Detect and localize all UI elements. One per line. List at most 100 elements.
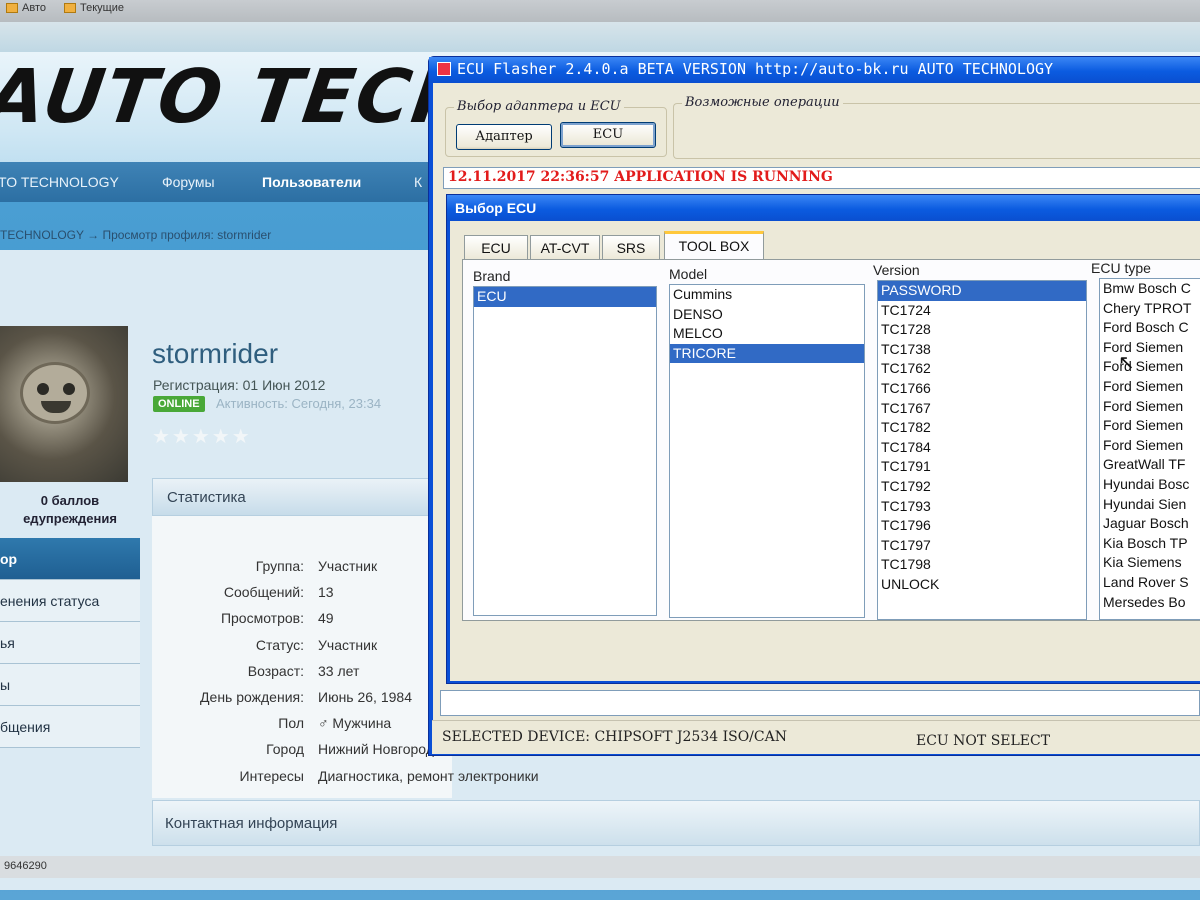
list-item[interactable]: Kia Siemens <box>1100 553 1200 573</box>
list-item[interactable]: Land Rover S <box>1100 573 1200 593</box>
list-item[interactable]: PASSWORD <box>878 281 1086 301</box>
operations-group-label: Возможные операции <box>682 95 843 110</box>
nav-users[interactable]: Пользователи <box>262 174 361 190</box>
list-item[interactable]: TC1793 <box>878 497 1086 517</box>
stats-row: Возраст: 33 лет <box>152 663 452 683</box>
stats-row: Статус: Участник <box>152 637 452 657</box>
list-item[interactable]: TC1791 <box>878 457 1086 477</box>
tab-tool-box[interactable]: TOOL BOX <box>664 231 764 260</box>
log-line: 12.11.2017 22:36:57 APPLICATION IS RUNNI… <box>448 169 833 185</box>
bookmark-auto[interactable]: Авто <box>6 2 46 14</box>
stats-row: Интересы Диагностика, ремонт электроники <box>152 768 539 788</box>
stats-key: Статус: <box>255 636 304 653</box>
stats-row: Просмотров: 49 <box>152 610 452 630</box>
stats-key: Интересы <box>239 767 304 784</box>
activity-text: Активность: Сегодня, 23:34 <box>216 396 382 411</box>
list-item[interactable]: Ford Bosch C <box>1100 318 1200 338</box>
adapter-button[interactable]: Адаптер <box>456 124 552 150</box>
site-logo[interactable]: AUTO TECH <box>0 54 482 140</box>
bookmark-current[interactable]: Текущие <box>64 2 124 14</box>
list-item[interactable]: Bmw Bosch C <box>1100 279 1200 299</box>
stats-key: Сообщений: <box>223 584 304 601</box>
app-titlebar[interactable]: ECU Flasher 2.4.0.a BETA VERSION http://… <box>429 57 1200 83</box>
list-item[interactable]: Mersedes Bo <box>1100 593 1200 613</box>
ecu-type-listbox[interactable]: Bmw Bosch C Chery TPROT Ford Bosch C Ford S… <box>1099 278 1200 620</box>
stats-value: Нижний Новгород <box>318 741 434 758</box>
selected-device-status: SELECTED DEVICE: CHIPSOFT J2534 ISO/CAN <box>442 729 787 745</box>
tab-at-cvt[interactable]: AT-CVT <box>530 235 600 259</box>
list-item[interactable]: Ford Siemen <box>1100 397 1200 417</box>
stats-value: 13 <box>318 584 334 601</box>
stats-row: День рождения: Июнь 26, 1984 <box>152 689 452 709</box>
list-item[interactable]: Ford Siemen <box>1100 338 1200 358</box>
profile-menu-item[interactable]: ы <box>0 664 140 706</box>
app-icon <box>437 62 451 76</box>
list-item[interactable]: TC1784 <box>878 438 1086 458</box>
registration-date: Регистрация: 01 Июн 2012 <box>153 377 326 393</box>
ecu-type-label: ECU type <box>1091 260 1151 276</box>
list-item[interactable]: Kia Bosch TP <box>1100 534 1200 554</box>
stats-key: Возраст: <box>247 662 304 679</box>
list-item[interactable]: TC1798 <box>878 555 1086 575</box>
list-item[interactable]: TC1766 <box>878 379 1086 399</box>
model-listbox[interactable]: Cummins DENSO MELCO TRICORE <box>669 284 865 618</box>
online-badge: ONLINE <box>153 396 205 412</box>
list-item[interactable]: TC1767 <box>878 399 1086 419</box>
tab-srs[interactable]: SRS <box>602 235 660 259</box>
rating-stars: ★★★★★ <box>152 426 252 448</box>
list-item[interactable]: TC1782 <box>878 418 1086 438</box>
stats-value: 33 лет <box>318 662 360 679</box>
list-item[interactable]: TC1796 <box>878 516 1086 536</box>
list-item[interactable]: Ford Siemen <box>1100 357 1200 377</box>
list-item[interactable]: ECU <box>474 287 656 307</box>
version-listbox[interactable]: PASSWORD TC1724 TC1728 TC1738 TC1762 TC1766 TC… <box>877 280 1087 620</box>
profile-menu-item[interactable]: ор <box>0 538 140 580</box>
stats-row: Город Нижний Новгород <box>152 741 452 761</box>
version-label: Version <box>873 262 920 278</box>
brand-listbox[interactable]: ECU <box>473 286 657 616</box>
list-item[interactable]: Hyundai Bosc <box>1100 475 1200 495</box>
list-item[interactable]: TC1792 <box>878 477 1086 497</box>
stats-key: Город <box>266 741 304 758</box>
adapter-ecu-group: Выбор адаптера и ECU Адаптер ECU <box>445 99 667 157</box>
list-item[interactable]: Chery TPROT <box>1100 299 1200 319</box>
list-item[interactable]: Ford Siemen <box>1100 436 1200 456</box>
dialog-title[interactable]: Выбор ECU <box>447 195 1200 221</box>
adapter-ecu-group-label: Выбор адаптера и ECU <box>454 99 624 114</box>
tab-ecu[interactable]: ECU <box>464 235 528 259</box>
list-item[interactable]: Ford Siemen <box>1100 416 1200 436</box>
tab-page-tool-box: Brand Model Version ECU type ECU Cummins… <box>462 259 1200 621</box>
stats-row: Пол ♂ Мужчина <box>152 715 452 735</box>
list-item[interactable]: TC1762 <box>878 359 1086 379</box>
list-item[interactable]: Jaguar Bosch <box>1100 514 1200 534</box>
list-item[interactable]: TC1724 <box>878 301 1086 321</box>
ecu-button[interactable]: ECU <box>560 122 656 148</box>
list-item[interactable]: TC1738 <box>878 340 1086 360</box>
list-item[interactable]: UNLOCK <box>878 575 1086 595</box>
profile-menu-item[interactable]: бщения <box>0 706 140 748</box>
list-item[interactable]: TC1728 <box>878 320 1086 340</box>
profile-menu-item[interactable]: енения статуса <box>0 580 140 622</box>
list-item[interactable]: Cummins <box>670 285 864 305</box>
list-item[interactable]: Ford Siemen <box>1100 377 1200 397</box>
nav-forums[interactable]: Форумы <box>162 174 215 190</box>
list-item[interactable]: DENSO <box>670 305 864 325</box>
contact-info-header[interactable]: Контактная информация <box>152 800 1200 846</box>
nav-more[interactable]: К <box>414 174 422 190</box>
profile-menu: ор енения статуса ья ы бщения <box>0 538 140 748</box>
list-item[interactable]: TC1797 <box>878 536 1086 556</box>
profile-menu-item[interactable]: ья <box>0 622 140 664</box>
list-item[interactable]: Hyundai Sien <box>1100 495 1200 515</box>
stats-value: ♂ Мужчина <box>318 715 392 732</box>
list-item[interactable]: MELCO <box>670 324 864 344</box>
stats-row: Сообщений: 13 <box>152 584 452 604</box>
list-item[interactable]: GreatWall TF <box>1100 455 1200 475</box>
stats-key: Группа: <box>255 558 304 574</box>
list-item[interactable]: TRICORE <box>670 343 864 364</box>
points-text: 0 баллов <box>40 493 100 508</box>
app-title: ECU Flasher 2.4.0.a BETA VERSION http://… <box>457 60 1054 78</box>
selection-field[interactable] <box>440 690 1200 716</box>
nav-home[interactable]: TO TECHNOLOGY <box>0 174 119 190</box>
breadcrumb[interactable]: TECHNOLOGY → Просмотр профиля: stormride… <box>0 228 271 242</box>
avatar <box>0 326 128 482</box>
